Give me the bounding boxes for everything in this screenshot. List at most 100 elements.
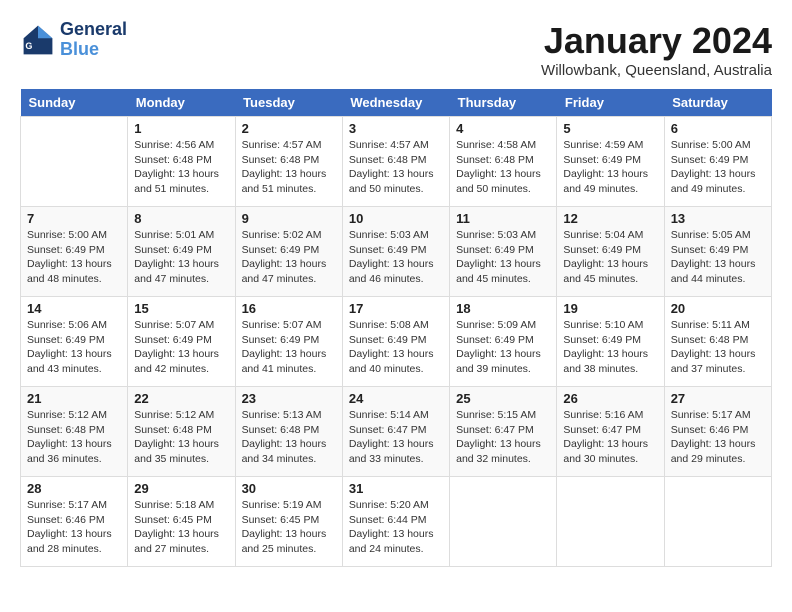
day-info: Sunrise: 5:08 AM Sunset: 6:49 PM Dayligh… — [349, 318, 443, 377]
day-number: 24 — [349, 391, 443, 406]
day-number: 8 — [134, 211, 228, 226]
day-number: 21 — [27, 391, 121, 406]
day-cell: 11Sunrise: 5:03 AM Sunset: 6:49 PM Dayli… — [450, 207, 557, 297]
calendar-header: SundayMondayTuesdayWednesdayThursdayFrid… — [21, 89, 772, 117]
day-info: Sunrise: 5:00 AM Sunset: 6:49 PM Dayligh… — [27, 228, 121, 287]
day-info: Sunrise: 4:59 AM Sunset: 6:49 PM Dayligh… — [563, 138, 657, 197]
day-info: Sunrise: 5:03 AM Sunset: 6:49 PM Dayligh… — [349, 228, 443, 287]
day-cell: 21 Sunrise: 5:12 AM Sunset: 6:48 PM Dayli… — [21, 387, 128, 477]
day-cell: 31 Sunrise: 5:20 AM Sunset: 6:44 PM Dayli… — [342, 477, 449, 567]
logo: G GeneralBlue — [20, 20, 127, 60]
day-cell: 15 Sunrise: 5:07 AM Sunset: 6:49 PM Dayli… — [128, 297, 235, 387]
day-cell: 26Sunrise: 5:16 AM Sunset: 6:47 PM Dayli… — [557, 387, 664, 477]
day-header-row: SundayMondayTuesdayWednesdayThursdayFrid… — [21, 89, 772, 117]
day-cell — [450, 477, 557, 567]
day-info: Sunrise: 5:13 AM Sunset: 6:48 PM Dayligh… — [242, 408, 336, 467]
day-info: Sunrise: 5:14 AM Sunset: 6:47 PM Dayligh… — [349, 408, 443, 467]
day-number: 19 — [563, 301, 657, 316]
day-info: Sunrise: 4:56 AM Sunset: 6:48 PM Dayligh… — [134, 138, 228, 197]
day-number: 4 — [456, 121, 550, 136]
day-cell: 7Sunrise: 5:00 AM Sunset: 6:49 PM Daylig… — [21, 207, 128, 297]
day-number: 29 — [134, 481, 228, 496]
day-cell: 12 Sunrise: 5:04 AM Sunset: 6:49 PM Dayli… — [557, 207, 664, 297]
day-cell: 23 Sunrise: 5:13 AM Sunset: 6:48 PM Dayli… — [235, 387, 342, 477]
day-info: Sunrise: 4:58 AM Sunset: 6:48 PM Dayligh… — [456, 138, 550, 197]
day-cell — [21, 117, 128, 207]
day-cell: 30Sunrise: 5:19 AM Sunset: 6:45 PM Dayli… — [235, 477, 342, 567]
day-header-monday: Monday — [128, 89, 235, 117]
day-cell: 10Sunrise: 5:03 AM Sunset: 6:49 PM Dayli… — [342, 207, 449, 297]
day-number: 11 — [456, 211, 550, 226]
day-info: Sunrise: 5:00 AM Sunset: 6:49 PM Dayligh… — [671, 138, 765, 197]
day-number: 23 — [242, 391, 336, 406]
day-number: 13 — [671, 211, 765, 226]
day-cell: 18Sunrise: 5:09 AM Sunset: 6:49 PM Dayli… — [450, 297, 557, 387]
day-cell: 8 Sunrise: 5:01 AM Sunset: 6:49 PM Daylig… — [128, 207, 235, 297]
day-info: Sunrise: 5:05 AM Sunset: 6:49 PM Dayligh… — [671, 228, 765, 287]
day-info: Sunrise: 4:57 AM Sunset: 6:48 PM Dayligh… — [349, 138, 443, 197]
day-cell: 25Sunrise: 5:15 AM Sunset: 6:47 PM Dayli… — [450, 387, 557, 477]
day-info: Sunrise: 5:04 AM Sunset: 6:49 PM Dayligh… — [563, 228, 657, 287]
week-row-3: 14 Sunrise: 5:06 AM Sunset: 6:49 PM Dayli… — [21, 297, 772, 387]
week-row-2: 7Sunrise: 5:00 AM Sunset: 6:49 PM Daylig… — [21, 207, 772, 297]
day-number: 5 — [563, 121, 657, 136]
day-number: 28 — [27, 481, 121, 496]
logo-icon: G — [20, 22, 56, 58]
calendar-table: SundayMondayTuesdayWednesdayThursdayFrid… — [20, 89, 772, 567]
day-number: 31 — [349, 481, 443, 496]
day-header-thursday: Thursday — [450, 89, 557, 117]
day-cell: 20 Sunrise: 5:11 AM Sunset: 6:48 PM Dayli… — [664, 297, 771, 387]
day-number: 16 — [242, 301, 336, 316]
week-row-5: 28 Sunrise: 5:17 AM Sunset: 6:46 PM Dayli… — [21, 477, 772, 567]
day-number: 1 — [134, 121, 228, 136]
day-info: Sunrise: 5:12 AM Sunset: 6:48 PM Dayligh… — [134, 408, 228, 467]
day-cell: 17 Sunrise: 5:08 AM Sunset: 6:49 PM Dayli… — [342, 297, 449, 387]
day-number: 15 — [134, 301, 228, 316]
day-cell: 29 Sunrise: 5:18 AM Sunset: 6:45 PM Dayli… — [128, 477, 235, 567]
day-number: 3 — [349, 121, 443, 136]
day-cell: 13 Sunrise: 5:05 AM Sunset: 6:49 PM Dayli… — [664, 207, 771, 297]
day-cell: 3 Sunrise: 4:57 AM Sunset: 6:48 PM Daylig… — [342, 117, 449, 207]
day-header-tuesday: Tuesday — [235, 89, 342, 117]
day-cell: 5 Sunrise: 4:59 AM Sunset: 6:49 PM Daylig… — [557, 117, 664, 207]
day-header-wednesday: Wednesday — [342, 89, 449, 117]
logo-text: GeneralBlue — [60, 20, 127, 60]
day-number: 20 — [671, 301, 765, 316]
svg-text:G: G — [25, 41, 32, 51]
calendar-body: 1 Sunrise: 4:56 AM Sunset: 6:48 PM Daylig… — [21, 117, 772, 567]
day-cell: 1 Sunrise: 4:56 AM Sunset: 6:48 PM Daylig… — [128, 117, 235, 207]
day-number: 14 — [27, 301, 121, 316]
day-info: Sunrise: 5:20 AM Sunset: 6:44 PM Dayligh… — [349, 498, 443, 557]
day-info: Sunrise: 5:17 AM Sunset: 6:46 PM Dayligh… — [671, 408, 765, 467]
day-cell: 4 Sunrise: 4:58 AM Sunset: 6:48 PM Daylig… — [450, 117, 557, 207]
week-row-4: 21 Sunrise: 5:12 AM Sunset: 6:48 PM Dayli… — [21, 387, 772, 477]
day-info: Sunrise: 5:11 AM Sunset: 6:48 PM Dayligh… — [671, 318, 765, 377]
day-info: Sunrise: 5:19 AM Sunset: 6:45 PM Dayligh… — [242, 498, 336, 557]
day-number: 12 — [563, 211, 657, 226]
day-info: Sunrise: 5:09 AM Sunset: 6:49 PM Dayligh… — [456, 318, 550, 377]
day-cell: 19 Sunrise: 5:10 AM Sunset: 6:49 PM Dayli… — [557, 297, 664, 387]
day-info: Sunrise: 5:15 AM Sunset: 6:47 PM Dayligh… — [456, 408, 550, 467]
day-cell: 28 Sunrise: 5:17 AM Sunset: 6:46 PM Dayli… — [21, 477, 128, 567]
day-number: 17 — [349, 301, 443, 316]
month-title: January 2024 — [541, 20, 772, 62]
day-cell: 22 Sunrise: 5:12 AM Sunset: 6:48 PM Dayli… — [128, 387, 235, 477]
day-number: 6 — [671, 121, 765, 136]
day-info: Sunrise: 4:57 AM Sunset: 6:48 PM Dayligh… — [242, 138, 336, 197]
day-cell: 6 Sunrise: 5:00 AM Sunset: 6:49 PM Daylig… — [664, 117, 771, 207]
day-info: Sunrise: 5:18 AM Sunset: 6:45 PM Dayligh… — [134, 498, 228, 557]
day-info: Sunrise: 5:12 AM Sunset: 6:48 PM Dayligh… — [27, 408, 121, 467]
day-cell: 9Sunrise: 5:02 AM Sunset: 6:49 PM Daylig… — [235, 207, 342, 297]
day-info: Sunrise: 5:01 AM Sunset: 6:49 PM Dayligh… — [134, 228, 228, 287]
day-info: Sunrise: 5:06 AM Sunset: 6:49 PM Dayligh… — [27, 318, 121, 377]
day-number: 9 — [242, 211, 336, 226]
day-header-sunday: Sunday — [21, 89, 128, 117]
day-cell: 27Sunrise: 5:17 AM Sunset: 6:46 PM Dayli… — [664, 387, 771, 477]
day-info: Sunrise: 5:10 AM Sunset: 6:49 PM Dayligh… — [563, 318, 657, 377]
day-cell: 14 Sunrise: 5:06 AM Sunset: 6:49 PM Dayli… — [21, 297, 128, 387]
day-cell — [664, 477, 771, 567]
day-info: Sunrise: 5:16 AM Sunset: 6:47 PM Dayligh… — [563, 408, 657, 467]
day-info: Sunrise: 5:17 AM Sunset: 6:46 PM Dayligh… — [27, 498, 121, 557]
day-number: 22 — [134, 391, 228, 406]
day-info: Sunrise: 5:07 AM Sunset: 6:49 PM Dayligh… — [134, 318, 228, 377]
